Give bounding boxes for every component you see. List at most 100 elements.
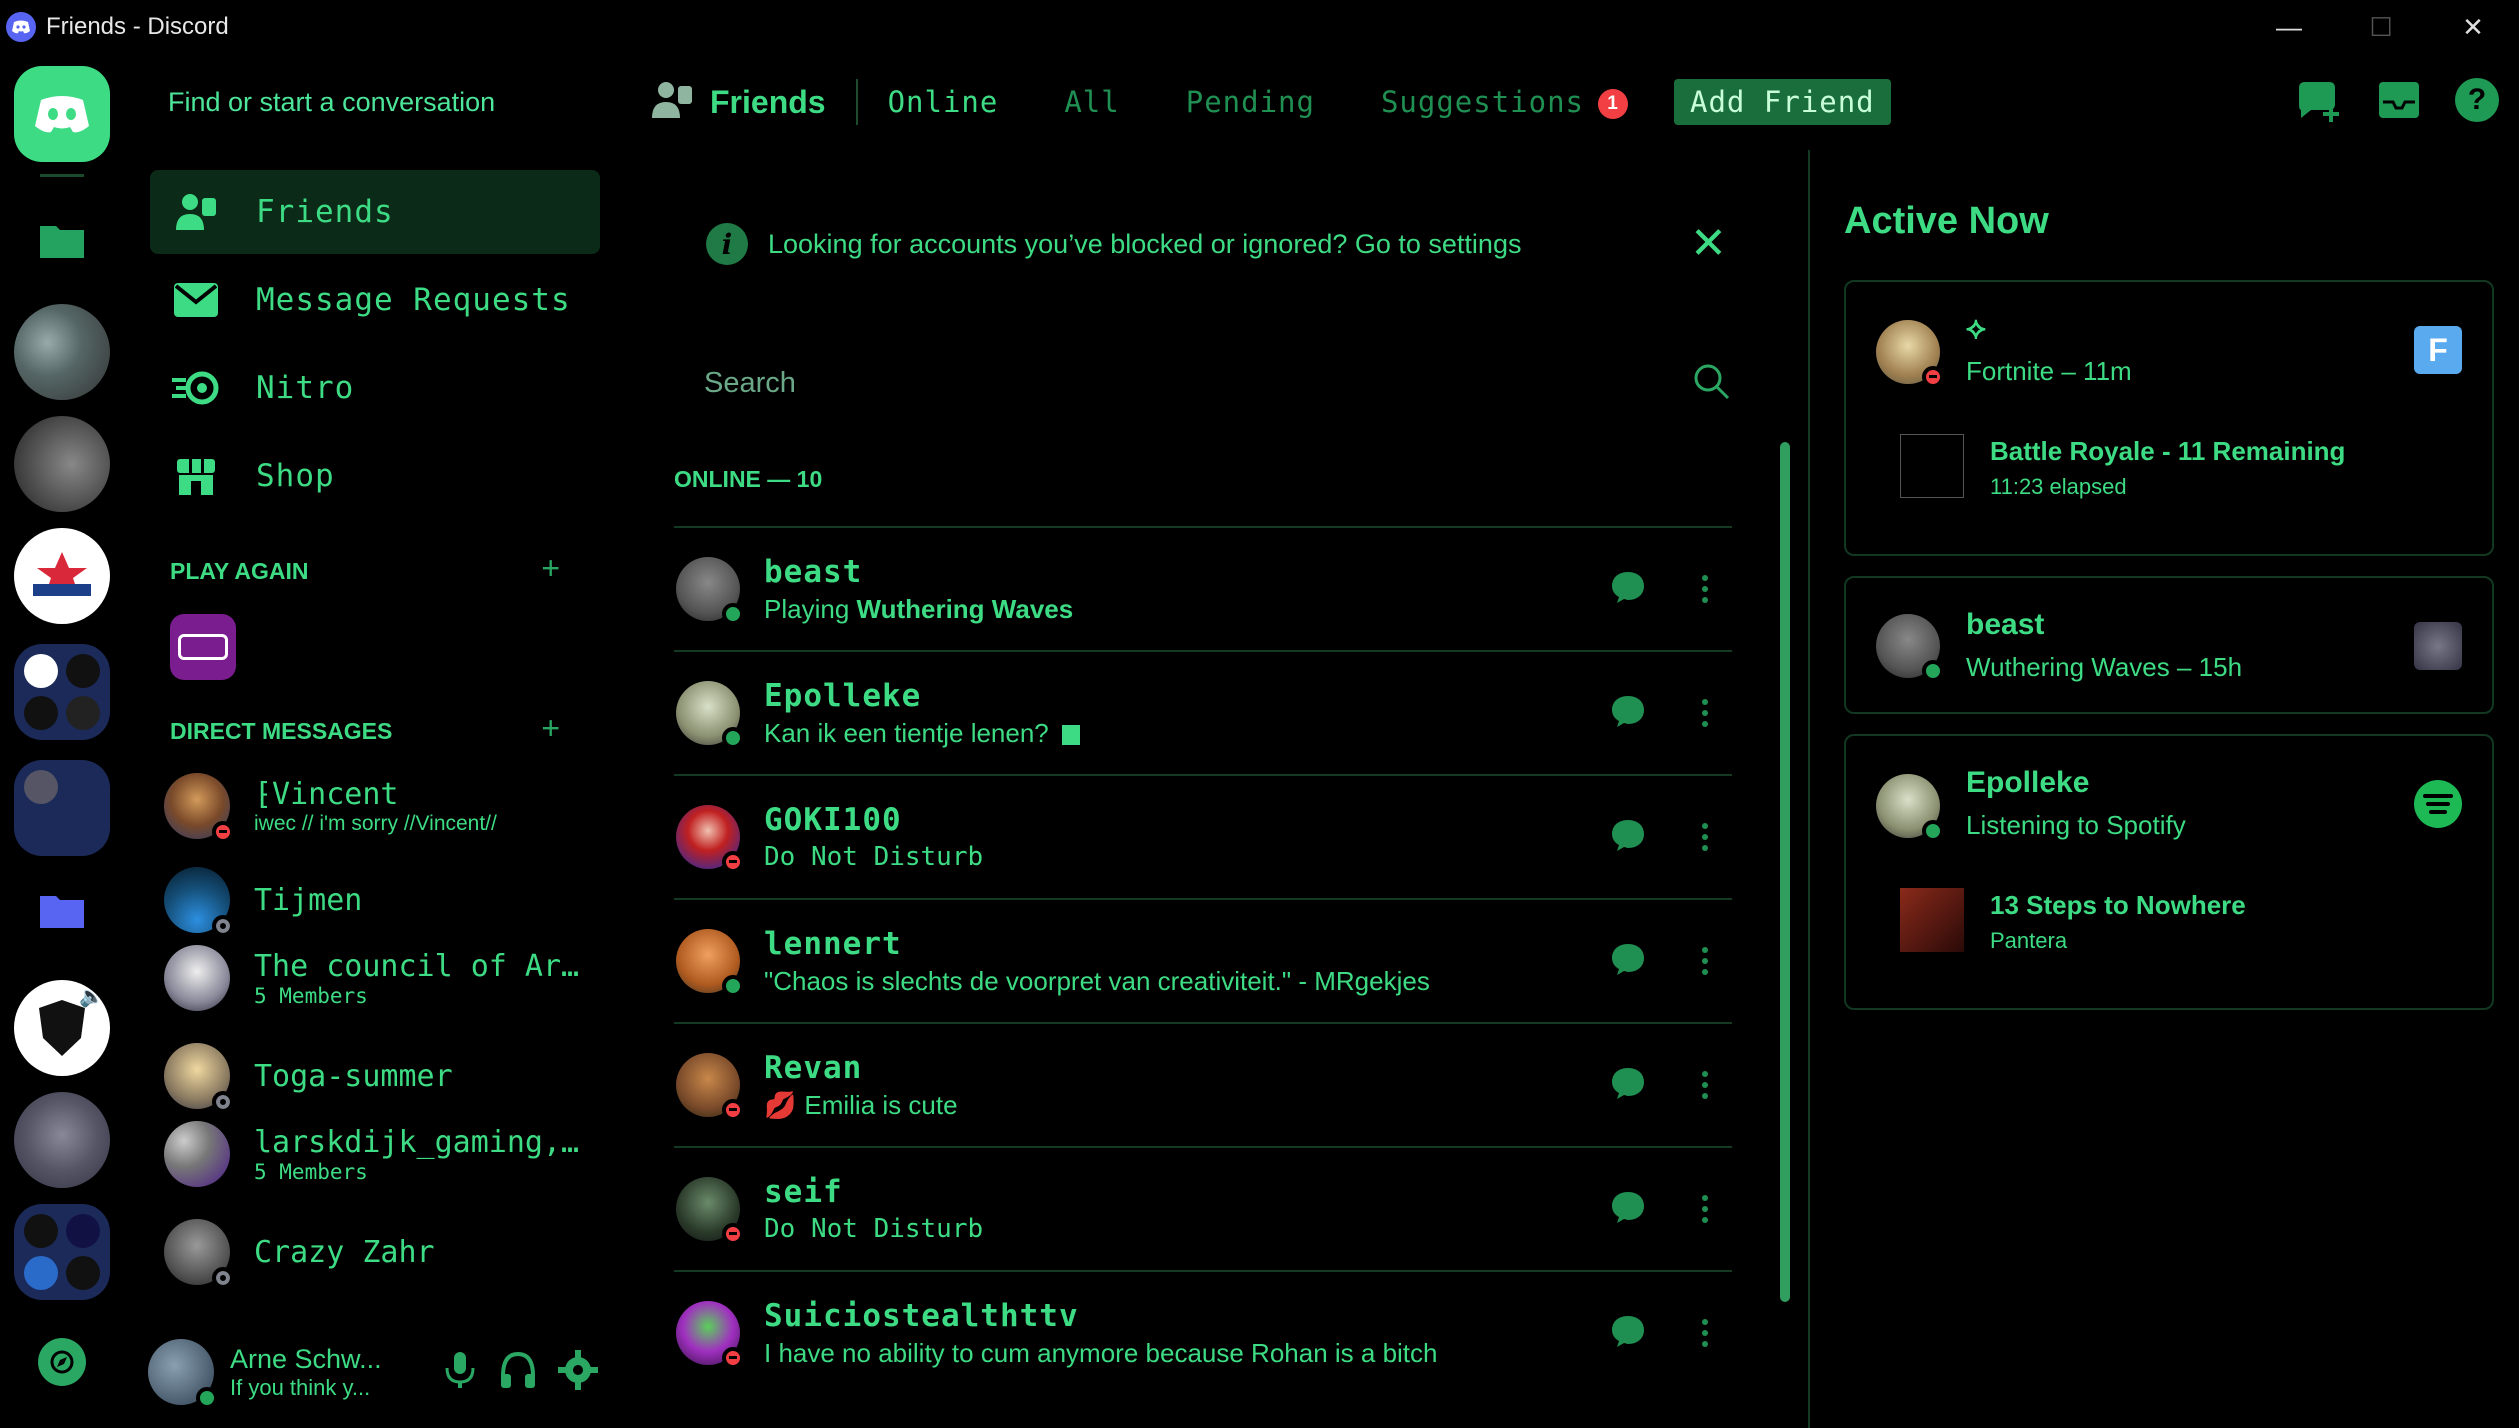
nav-friends[interactable]: Friends xyxy=(150,170,600,254)
dm-item[interactable]: ⁅Vincent iwec // i'm sorry //Vincent// xyxy=(164,766,584,846)
message-icon[interactable] xyxy=(1610,1190,1646,1229)
server-folder-icon[interactable] xyxy=(14,644,110,740)
status-offline-icon xyxy=(212,1267,234,1289)
add-friend-button[interactable]: Add Friend xyxy=(1674,79,1891,125)
status-online-icon xyxy=(722,727,744,749)
activity-card[interactable]: Epolleke Listening to Spotify 13 Steps t… xyxy=(1844,734,2494,1010)
avatar xyxy=(164,1219,234,1289)
more-options-icon[interactable] xyxy=(1702,575,1708,603)
discover-icon[interactable] xyxy=(38,1338,86,1386)
message-icon[interactable] xyxy=(1610,570,1646,609)
status-offline-icon xyxy=(212,1091,234,1113)
play-again-header: PLAY AGAIN xyxy=(170,558,309,584)
more-options-icon[interactable] xyxy=(1702,1071,1708,1099)
title-bar: Friends - Discord — ☐ ✕ xyxy=(0,0,2519,54)
activity-user-name: Epolleke xyxy=(1966,766,2090,799)
game-icon[interactable] xyxy=(170,614,236,680)
more-options-icon[interactable] xyxy=(1702,947,1708,975)
dm-item[interactable]: The council of Ar… 5 Members xyxy=(164,938,584,1018)
create-dm-icon[interactable]: + xyxy=(541,710,560,747)
dm-item[interactable]: Toga-summer xyxy=(164,1036,584,1116)
user-name[interactable]: Arne Schw... xyxy=(230,1344,382,1375)
info-icon: i xyxy=(706,223,748,265)
tab-pending[interactable]: Pending xyxy=(1186,85,1315,119)
tab-online[interactable]: Online xyxy=(888,85,999,119)
headphones-icon[interactable] xyxy=(498,1350,538,1395)
friend-name: Suiciostealthttv xyxy=(764,1297,1079,1334)
close-button[interactable]: ✕ xyxy=(2427,0,2519,54)
inbox-icon[interactable] xyxy=(2377,78,2421,127)
dm-subtext: iwec // i'm sorry //Vincent// xyxy=(254,811,497,835)
close-notice-icon[interactable]: ✕ xyxy=(1690,218,1727,269)
dm-item[interactable]: Crazy Zahr xyxy=(164,1212,584,1292)
activity-card[interactable]: ⟡ Fortnite – 11m F Battle Royale - 11 Re… xyxy=(1844,280,2494,556)
friend-status-text: I have no ability to cum anymore because… xyxy=(764,1338,1438,1369)
folder-icon[interactable] xyxy=(40,892,84,928)
friend-row[interactable]: seif Do Not Disturb xyxy=(674,1146,1732,1270)
settings-gear-icon[interactable] xyxy=(558,1349,598,1395)
nav-nitro[interactable]: Nitro xyxy=(150,346,600,430)
minimize-button[interactable]: — xyxy=(2243,0,2335,54)
notice-text[interactable]: Looking for accounts you’ve blocked or i… xyxy=(768,229,1521,260)
scrollbar[interactable] xyxy=(1780,442,1790,1302)
friends-icon xyxy=(170,186,222,238)
tab-suggestions[interactable]: Suggestions 1 xyxy=(1381,85,1629,119)
status-online-icon xyxy=(196,1387,218,1409)
more-options-icon[interactable] xyxy=(1702,1195,1708,1223)
nav-message-requests[interactable]: Message Requests xyxy=(150,258,600,342)
status-online-icon xyxy=(722,603,744,625)
help-icon[interactable]: ? xyxy=(2455,78,2499,122)
avatar xyxy=(676,1301,744,1369)
avatar xyxy=(676,1177,744,1245)
message-icon[interactable] xyxy=(1610,818,1646,857)
more-options-icon[interactable] xyxy=(1702,823,1708,851)
dm-item[interactable]: larskdijk_gaming,… 5 Members xyxy=(164,1114,584,1194)
friend-row[interactable]: Revan 💋 Emilia is cute xyxy=(674,1022,1732,1146)
dm-subtext: 5 Members xyxy=(254,983,368,1008)
server-folder-icon[interactable] xyxy=(14,1204,110,1300)
avatar xyxy=(1876,774,1944,842)
search-input[interactable] xyxy=(704,366,1604,400)
microphone-icon[interactable] xyxy=(442,1350,478,1395)
friend-row[interactable]: beast Playing Wuthering Waves xyxy=(674,526,1732,650)
status-prefix: Playing xyxy=(764,593,857,624)
dm-item[interactable]: Tijmen xyxy=(164,860,584,940)
server-patina-icon[interactable] xyxy=(14,528,110,624)
tab-all[interactable]: All xyxy=(1064,85,1119,119)
activity-line: Listening to Spotify xyxy=(1966,810,2186,840)
album-art xyxy=(1900,888,1964,952)
friend-name: seif xyxy=(764,1174,843,1210)
message-icon[interactable] xyxy=(1610,1066,1646,1105)
online-count-header: ONLINE — 10 xyxy=(674,466,823,492)
play-again-add-icon[interactable]: + xyxy=(541,550,560,587)
message-icon[interactable] xyxy=(1610,942,1646,981)
server-icon[interactable] xyxy=(14,416,110,512)
friend-status-text: Kan ik een tientje lenen? xyxy=(764,718,1080,749)
message-icon[interactable] xyxy=(1610,1314,1646,1353)
maximize-button[interactable]: ☐ xyxy=(2335,0,2427,54)
header-divider xyxy=(855,79,858,125)
home-button[interactable] xyxy=(14,66,110,162)
friend-row[interactable]: Epolleke Kan ik een tientje lenen? xyxy=(674,650,1732,774)
friend-row[interactable]: lennert "Chaos is slechts de voorpret van… xyxy=(674,898,1732,1022)
more-options-icon[interactable] xyxy=(1702,1319,1708,1347)
find-conversation-button[interactable]: Find or start a conversation xyxy=(142,54,592,150)
search-icon[interactable] xyxy=(1692,362,1732,407)
avatar xyxy=(164,867,234,937)
user-avatar[interactable] xyxy=(148,1339,218,1409)
discord-app-icon xyxy=(6,12,36,42)
activity-card[interactable]: beast Wuthering Waves – 15h xyxy=(1844,576,2494,714)
speaker-icon: 🔊 xyxy=(79,986,104,1008)
message-icon[interactable] xyxy=(1610,694,1646,733)
new-group-dm-icon[interactable] xyxy=(2295,78,2343,127)
more-options-icon[interactable] xyxy=(1702,699,1708,727)
server-icon[interactable] xyxy=(14,304,110,400)
server-icon[interactable]: 🔊 xyxy=(14,980,110,1076)
friend-row[interactable]: GOKI100 Do Not Disturb xyxy=(674,774,1732,898)
active-now-title: Active Now xyxy=(1844,200,2049,242)
server-icon[interactable] xyxy=(14,1092,110,1188)
nav-shop[interactable]: Shop xyxy=(150,434,600,518)
server-folder-icon[interactable] xyxy=(14,760,110,856)
folder-icon[interactable] xyxy=(40,222,84,258)
friend-row[interactable]: Suiciostealthttv I have no ability to cum… xyxy=(674,1270,1732,1394)
